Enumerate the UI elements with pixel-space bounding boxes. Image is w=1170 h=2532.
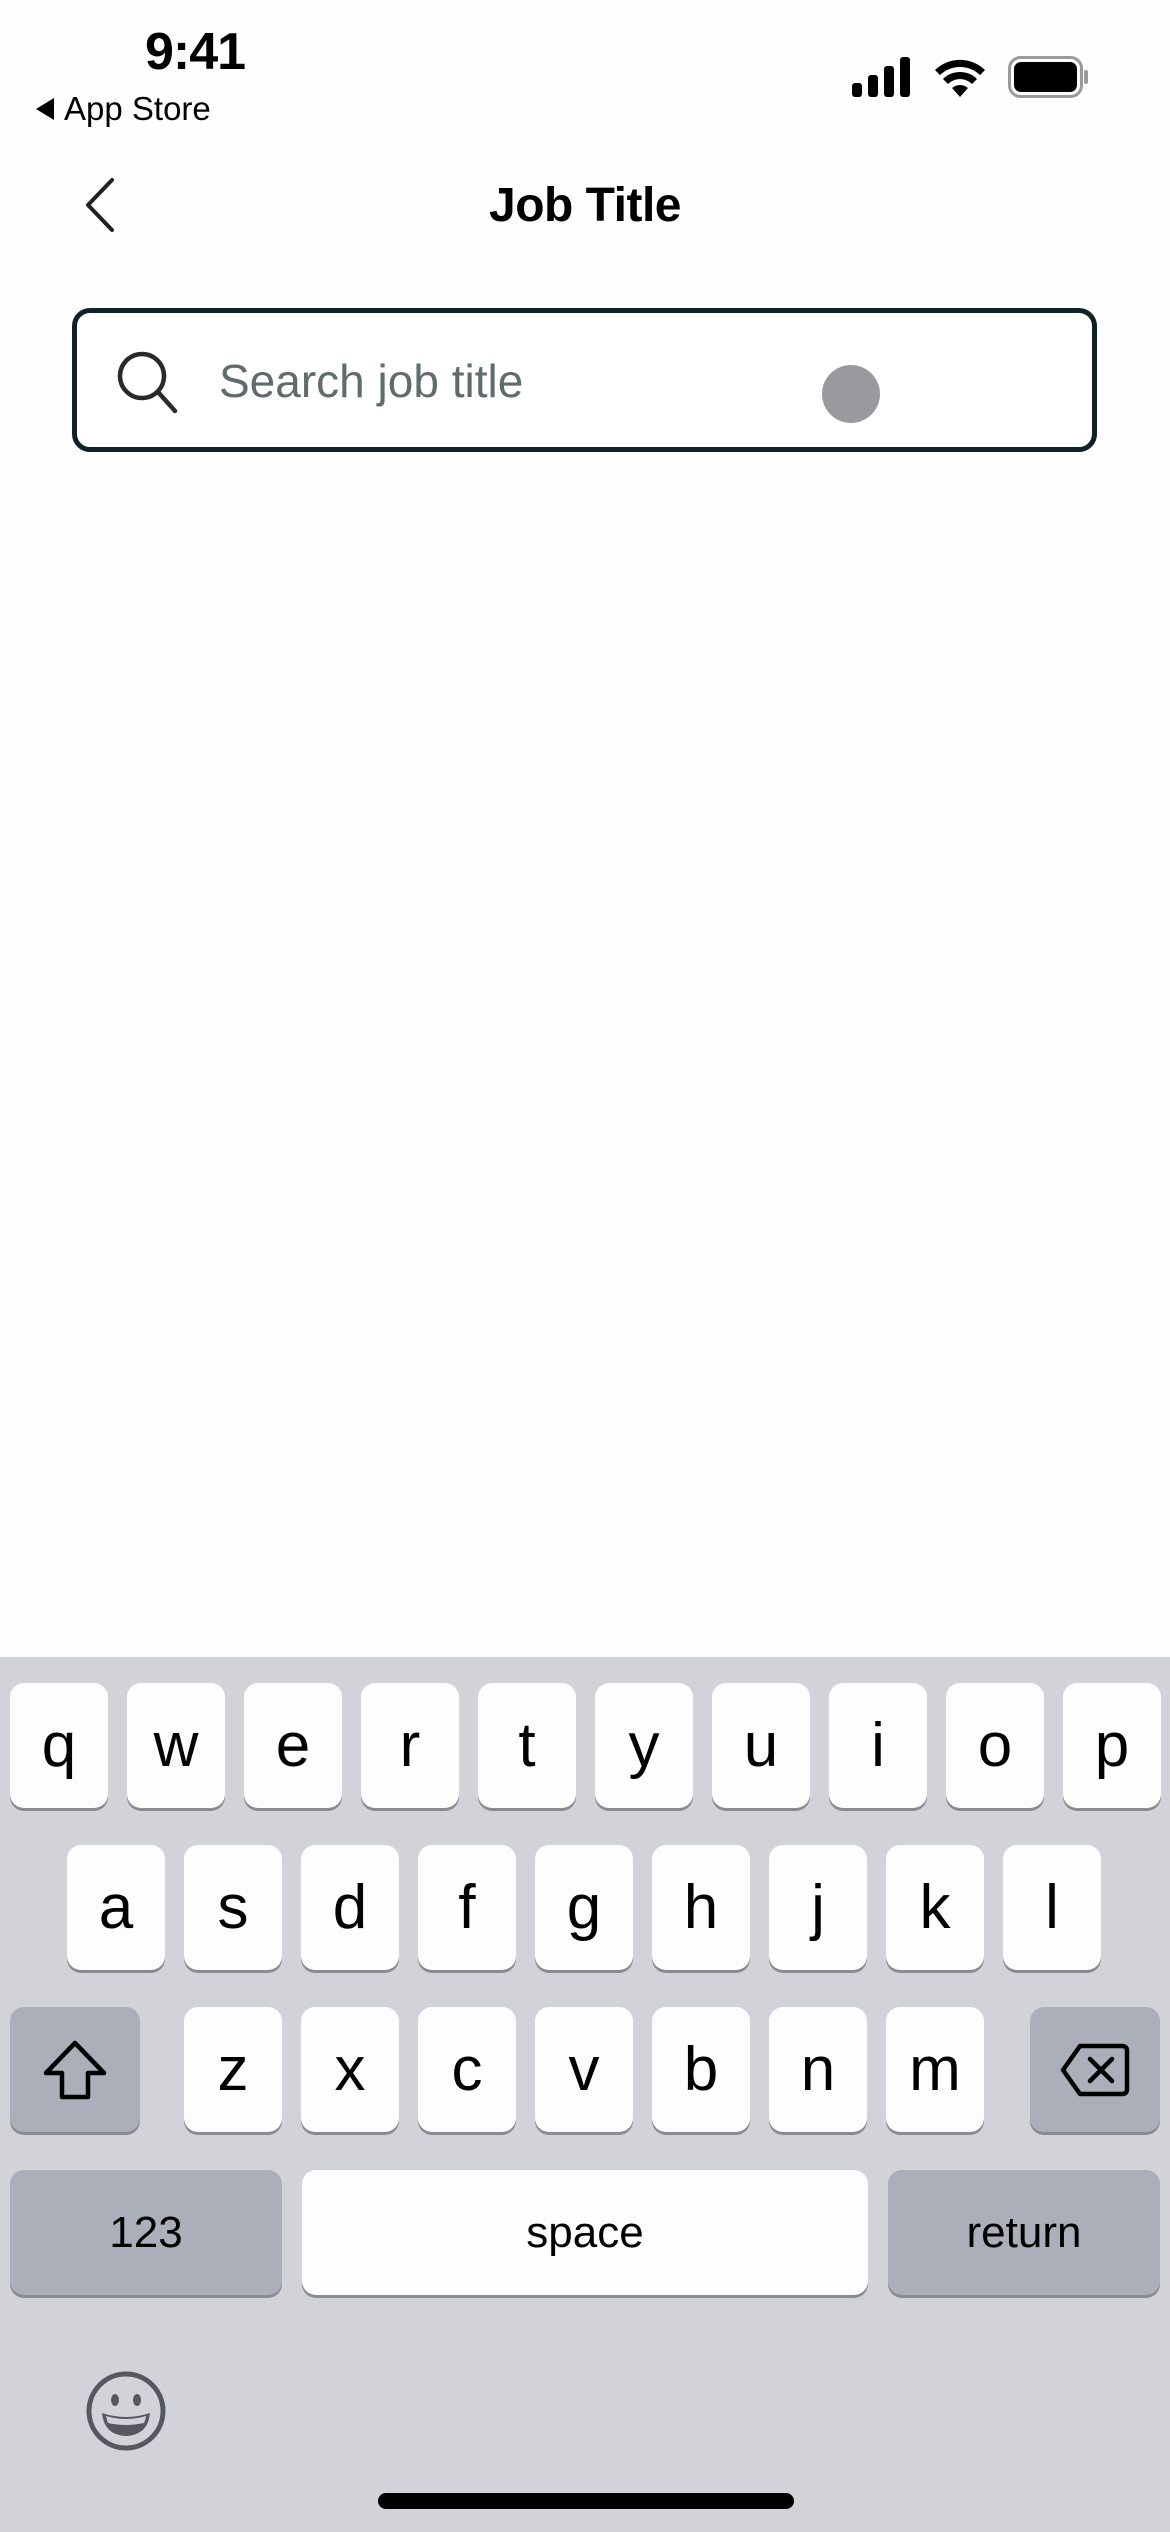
key-j[interactable]: j [769, 1845, 867, 1970]
key-r[interactable]: r [361, 1683, 459, 1808]
search-icon [117, 351, 178, 414]
key-i[interactable]: i [829, 1683, 927, 1808]
emoji-button[interactable] [84, 2369, 168, 2458]
key-e[interactable]: e [244, 1683, 342, 1808]
key-w[interactable]: w [127, 1683, 225, 1808]
key-p[interactable]: p [1063, 1683, 1161, 1808]
shift-icon [43, 2040, 107, 2099]
key-a[interactable]: a [67, 1845, 165, 1970]
key-f[interactable]: f [418, 1845, 516, 1970]
status-icons [852, 56, 1090, 98]
key-z[interactable]: z [184, 2007, 282, 2132]
back-to-app-store[interactable]: App Store [36, 90, 211, 128]
key-t[interactable]: t [478, 1683, 576, 1808]
key-o[interactable]: o [946, 1683, 1044, 1808]
battery-icon [1008, 56, 1088, 98]
key-d[interactable]: d [301, 1845, 399, 1970]
key-c[interactable]: c [418, 2007, 516, 2132]
cellular-signal-icon [852, 57, 910, 97]
page-title: Job Title [489, 179, 681, 232]
status-time: 9:41 [144, 23, 246, 81]
keyboard: qwertyuiop asdfghjkl zxcvbnm 123 space r… [0, 1657, 1170, 2532]
key-n[interactable]: n [769, 2007, 867, 2132]
space-key[interactable]: space [302, 2170, 868, 2295]
wifi-icon [935, 59, 985, 97]
delete-backspace-icon [1060, 2043, 1130, 2096]
search-field[interactable] [72, 308, 1097, 452]
key-u[interactable]: u [712, 1683, 810, 1808]
shift-key[interactable] [10, 2007, 140, 2132]
touch-indicator [822, 365, 880, 423]
key-l[interactable]: l [1003, 1845, 1101, 1970]
key-q[interactable]: q [10, 1683, 108, 1808]
key-x[interactable]: x [301, 2007, 399, 2132]
key-y[interactable]: y [595, 1683, 693, 1808]
key-s[interactable]: s [184, 1845, 282, 1970]
emoji-icon [86, 2371, 166, 2451]
search-input[interactable] [219, 343, 919, 419]
home-indicator[interactable] [378, 2493, 794, 2509]
key-v[interactable]: v [535, 2007, 633, 2132]
delete-key[interactable] [1030, 2007, 1160, 2132]
back-triangle-icon [36, 98, 54, 120]
key-b[interactable]: b [652, 2007, 750, 2132]
return-key[interactable]: return [888, 2170, 1160, 2295]
key-g[interactable]: g [535, 1845, 633, 1970]
key-m[interactable]: m [886, 2007, 984, 2132]
back-app-label: App Store [64, 90, 211, 127]
key-k[interactable]: k [886, 1845, 984, 1970]
numbers-key[interactable]: 123 [10, 2170, 282, 2295]
key-h[interactable]: h [652, 1845, 750, 1970]
